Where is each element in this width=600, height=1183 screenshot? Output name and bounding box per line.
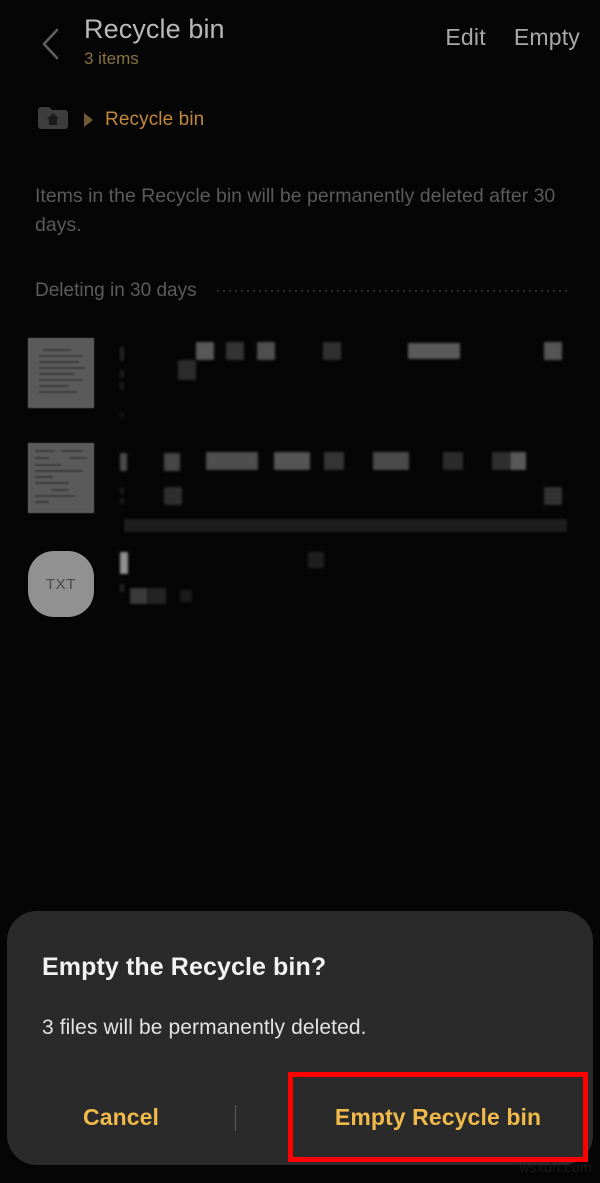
txt-file-icon: TXT [28, 551, 94, 617]
list-item[interactable] [0, 330, 600, 435]
file-thumbnail [28, 338, 94, 408]
breadcrumb: Recycle bin [35, 105, 204, 135]
dialog-actions: Cancel Empty Recycle bin [7, 1069, 593, 1165]
confirm-dialog: Empty the Recycle bin? 3 files will be p… [7, 911, 593, 1165]
app-header: Recycle bin 3 items Edit Empty [0, 0, 600, 92]
document-thumbnail [28, 443, 94, 513]
edit-button[interactable]: Edit [445, 24, 485, 51]
file-thumbnail [28, 443, 94, 513]
file-list: TXT [0, 330, 600, 645]
header-actions: Edit Empty [445, 24, 580, 51]
section-title: Deleting in 30 days [35, 280, 197, 301]
redacted-divider-bar [124, 519, 567, 532]
back-button[interactable] [28, 20, 72, 68]
document-thumbnail [28, 338, 94, 408]
breadcrumb-home-button[interactable] [35, 105, 71, 135]
watermark: wsxdn.com [519, 1159, 592, 1175]
list-item[interactable]: TXT [0, 540, 600, 645]
header-title-group: Recycle bin 3 items [84, 12, 225, 71]
section-header: Deleting in 30 days [35, 280, 570, 302]
cancel-button[interactable]: Cancel [7, 1069, 235, 1165]
button-divider [235, 1105, 236, 1131]
file-thumbnail: TXT [28, 548, 94, 618]
chevron-left-icon [39, 27, 61, 61]
redacted-file-info [120, 540, 590, 645]
item-count: 3 items [84, 49, 139, 68]
dotted-divider [214, 290, 570, 292]
page-title: Recycle bin [84, 14, 225, 44]
dialog-title: Empty the Recycle bin? [42, 953, 327, 981]
empty-recycle-bin-label[interactable]: Empty Recycle bin [335, 1104, 541, 1131]
redacted-file-info [120, 330, 590, 435]
retention-notice: Items in the Recycle bin will be permane… [35, 185, 556, 236]
phone-screen: Recycle bin 3 items Edit Empty Recycle b… [0, 0, 600, 1183]
breadcrumb-current[interactable]: Recycle bin [105, 109, 204, 131]
empty-recycle-bin-button[interactable]: Empty Recycle bin [288, 1072, 588, 1162]
cancel-button-label[interactable]: Cancel [83, 1104, 159, 1131]
triangle-right-icon [71, 113, 105, 127]
home-folder-icon [37, 105, 69, 136]
dialog-message: 3 files will be permanently deleted. [42, 1016, 367, 1039]
empty-button[interactable]: Empty [514, 24, 580, 51]
list-item[interactable] [0, 435, 600, 540]
